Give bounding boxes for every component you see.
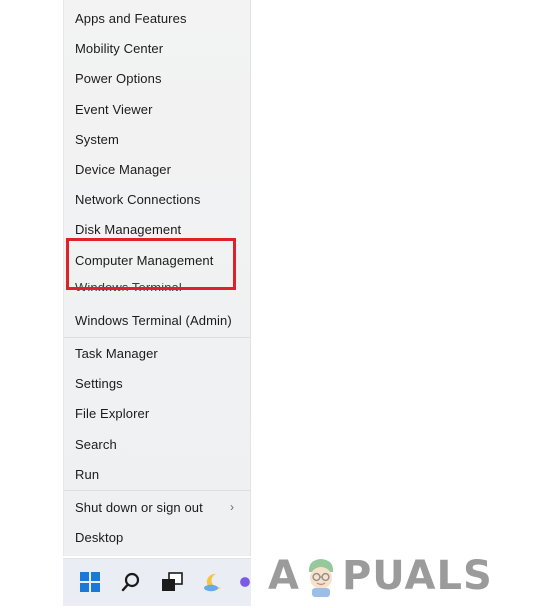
menu-item-label: Computer Management	[75, 252, 214, 268]
menu-item-disk-management[interactable]: Disk Management	[64, 214, 250, 244]
menu-item-label: Windows Terminal	[75, 283, 182, 291]
menu-item-label: Apps and Features	[75, 10, 187, 26]
menu-item-computer-management[interactable]: Computer Management	[64, 245, 250, 275]
chevron-right-icon: ›	[229, 500, 235, 514]
menu-item-label: Run	[75, 466, 100, 482]
menu-item-system[interactable]: System	[64, 124, 250, 154]
menu-item-mobility-center[interactable]: Mobility Center	[64, 33, 250, 63]
taskbar	[63, 558, 251, 606]
windows-start-icon[interactable]	[79, 571, 101, 593]
menu-item-label: Settings	[75, 375, 123, 391]
chat-icon[interactable]	[239, 571, 251, 593]
menu-item-windows-terminal[interactable]: Windows Terminal	[64, 283, 250, 291]
menu-item-file-explorer[interactable]: File Explorer	[64, 398, 250, 428]
menu-item-event-viewer[interactable]: Event Viewer	[64, 94, 250, 124]
menu-item-network-connections[interactable]: Network Connections	[64, 184, 250, 214]
menu-item-settings[interactable]: Settings	[64, 368, 250, 398]
menu-item-task-manager[interactable]: Task Manager	[64, 338, 250, 368]
menu-item-label: Windows Terminal (Admin)	[75, 312, 232, 328]
menu-item-shut-down-or-sign-out[interactable]: Shut down or sign out ›	[64, 492, 250, 522]
menu-item-power-options[interactable]: Power Options	[64, 63, 250, 93]
quick-link-menu: Apps and Features Mobility Center Power …	[63, 0, 251, 556]
menu-divider	[64, 490, 250, 491]
menu-item-label: Mobility Center	[75, 40, 164, 56]
menu-item-label: Task Manager	[75, 345, 158, 361]
screenshot-stage: Apps and Features Mobility Center Power …	[0, 0, 539, 608]
menu-item-search[interactable]: Search	[64, 429, 250, 459]
menu-item-label: Shut down or sign out	[75, 499, 203, 515]
menu-item-label: Event Viewer	[75, 101, 153, 117]
menu-item-label: Network Connections	[75, 191, 201, 207]
appuals-watermark: A PUALS	[268, 548, 493, 604]
widgets-icon[interactable]	[202, 571, 224, 593]
watermark-text-left: A	[268, 553, 300, 599]
menu-item-label: File Explorer	[75, 405, 150, 421]
menu-item-label: Desktop	[75, 529, 124, 545]
menu-item-label: System	[75, 131, 119, 147]
menu-item-label: Device Manager	[75, 161, 172, 177]
watermark-text-right: PUALS	[341, 553, 493, 599]
mascot-icon	[308, 559, 334, 597]
menu-item-run[interactable]: Run	[64, 459, 250, 489]
menu-item-windows-terminal-admin[interactable]: Windows Terminal (Admin)	[64, 305, 250, 335]
menu-item-apps-and-features[interactable]: Apps and Features	[64, 3, 250, 33]
menu-item-label: Power Options	[75, 70, 162, 86]
menu-item-desktop[interactable]: Desktop	[64, 522, 250, 552]
search-icon[interactable]	[120, 571, 142, 593]
menu-item-label: Disk Management	[75, 221, 182, 237]
task-view-icon[interactable]	[161, 571, 183, 593]
menu-item-device-manager[interactable]: Device Manager	[64, 154, 250, 184]
menu-item-label: Search	[75, 436, 117, 452]
